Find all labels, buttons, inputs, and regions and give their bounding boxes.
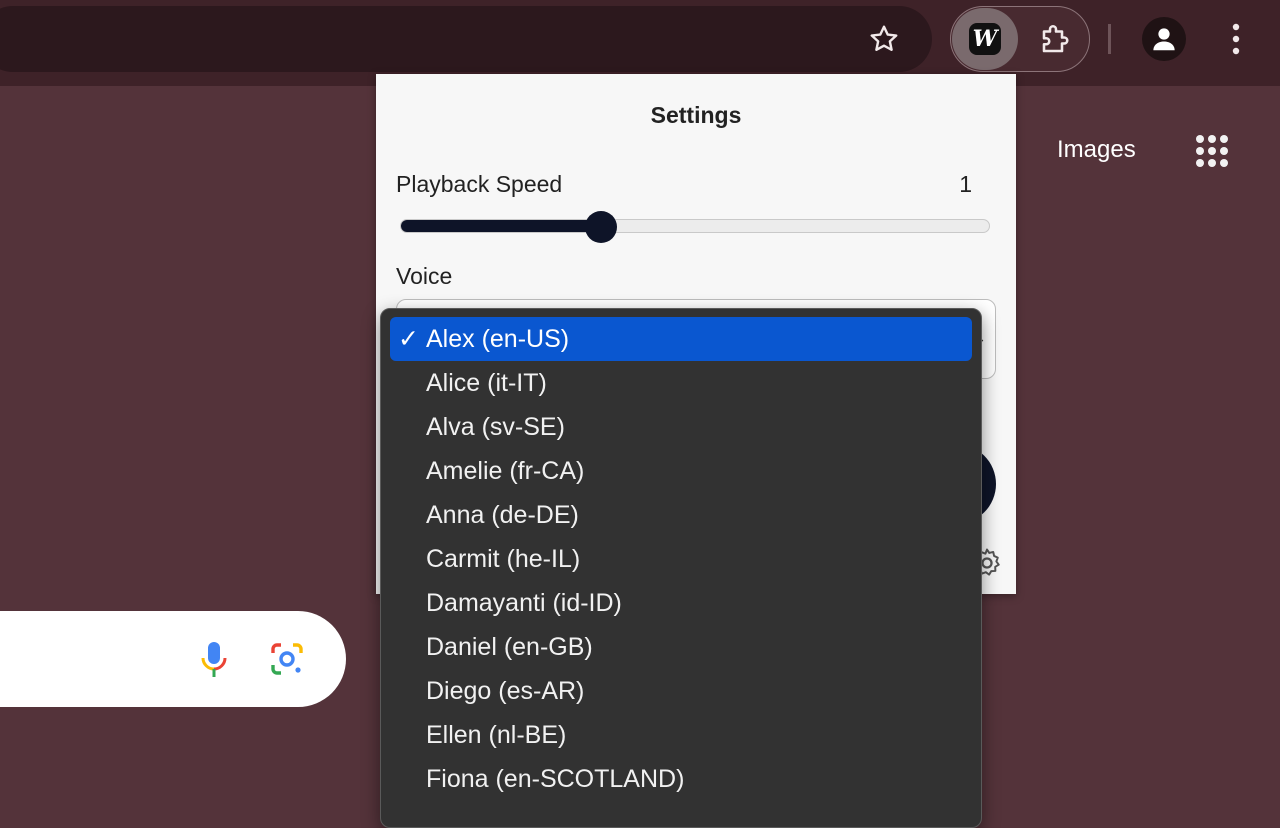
voice-option-label: Anna (de-DE)	[426, 501, 579, 529]
voice-option-label: Alice (it-IT)	[426, 369, 547, 397]
voice-option[interactable]: ✓ Alex (en-US)	[390, 317, 972, 361]
address-bar[interactable]	[0, 6, 932, 72]
google-apps-button[interactable]	[1190, 130, 1234, 174]
lens-icon	[271, 643, 303, 675]
profile-icon	[1153, 28, 1175, 51]
popup-title: Settings	[650, 102, 742, 128]
voice-option[interactable]: Amelie (fr-CA)	[390, 449, 972, 493]
voice-option[interactable]: Damayanti (id-ID)	[390, 581, 972, 625]
voice-option-label: Carmit (he-IL)	[426, 545, 581, 573]
playback-speed-value: 1	[959, 171, 972, 197]
slider-fill	[401, 220, 601, 232]
voice-option[interactable]: Daniel (en-GB)	[390, 625, 972, 669]
voice-option[interactable]: Alice (it-IT)	[390, 361, 972, 405]
toolbar-divider	[1108, 24, 1111, 54]
extension-w-icon: W	[969, 23, 1001, 55]
extensions-button[interactable]	[1030, 13, 1082, 65]
voice-option-label: Amelie (fr-CA)	[426, 457, 585, 485]
voice-option[interactable]: Diego (es-AR)	[390, 669, 972, 713]
voice-label: Voice	[396, 263, 453, 289]
images-link[interactable]: Images	[1057, 136, 1136, 164]
profile-button[interactable]	[1142, 17, 1186, 61]
image-search-button[interactable]	[269, 641, 305, 682]
apps-grid-icon	[1196, 135, 1228, 167]
voice-option-label: Diego (es-AR)	[426, 677, 585, 705]
voice-option-label: Fiona (en-SCOTLAND)	[426, 765, 685, 793]
voice-option[interactable]: Fiona (en-SCOTLAND)	[390, 757, 972, 801]
voice-option[interactable]: Carmit (he-IL)	[390, 537, 972, 581]
browser-menu-button[interactable]	[1218, 17, 1254, 61]
checkmark-icon: ✓	[398, 325, 419, 353]
playback-speed-slider[interactable]	[400, 211, 990, 243]
bookmark-star-button[interactable]	[858, 13, 910, 65]
voice-option-label: Damayanti (id-ID)	[426, 589, 622, 617]
mic-icon	[201, 642, 227, 677]
puzzle-icon	[1042, 25, 1069, 53]
slider-thumb[interactable]	[584, 211, 617, 243]
playback-speed-label: Playback Speed	[396, 171, 563, 197]
voice-option-label: Alva (sv-SE)	[426, 413, 565, 441]
voice-option[interactable]: Alva (sv-SE)	[390, 405, 972, 449]
voice-option[interactable]: Anna (de-DE)	[390, 493, 972, 537]
voice-option[interactable]: Ellen (nl-BE)	[390, 713, 972, 757]
voice-option-label: Alex (en-US)	[426, 325, 570, 353]
voice-search-button[interactable]	[198, 640, 230, 685]
extension-w-button[interactable]: W	[952, 8, 1018, 70]
star-icon	[870, 25, 898, 51]
voice-option-label: Daniel (en-GB)	[426, 633, 593, 661]
voice-option-label: Ellen (nl-BE)	[426, 721, 567, 749]
voice-dropdown-menu: ✓ Alex (en-US) Alice (it-IT) Alva (sv-SE) Am…	[380, 308, 982, 828]
more-vert-icon	[1232, 23, 1240, 55]
